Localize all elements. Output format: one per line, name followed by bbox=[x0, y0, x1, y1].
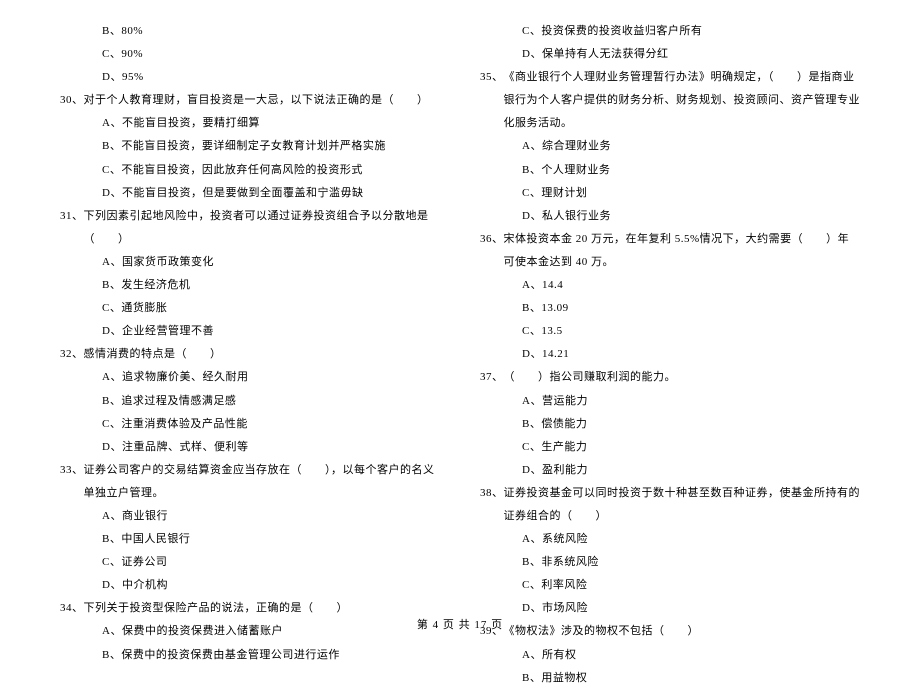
question-text: 《商业银行个人理财业务管理暂行办法》明确规定，（ ）是指商业银行为个人客户提供的… bbox=[504, 66, 861, 135]
answer-option: D、95% bbox=[60, 66, 440, 89]
answer-option: C、通货膨胀 bbox=[60, 297, 440, 320]
answer-option: A、商业银行 bbox=[60, 505, 440, 528]
answer-option: C、投资保费的投资收益归客户所有 bbox=[480, 20, 860, 43]
question-stem: 31、下列因素引起地风险中，投资者可以通过证券投资组合予以分散地是（ ） bbox=[60, 205, 440, 251]
answer-option: A、营运能力 bbox=[480, 390, 860, 413]
question-number: 32、 bbox=[60, 343, 84, 366]
answer-option: A、系统风险 bbox=[480, 528, 860, 551]
question-number: 35、 bbox=[480, 66, 504, 135]
question-text: （ ）指公司赚取利润的能力。 bbox=[504, 366, 861, 389]
answer-option: C、理财计划 bbox=[480, 182, 860, 205]
answer-option: C、注重消费体验及产品性能 bbox=[60, 413, 440, 436]
question-stem: 32、感情消费的特点是（ ） bbox=[60, 343, 440, 366]
answer-option: B、用益物权 bbox=[480, 667, 860, 690]
answer-option: D、中介机构 bbox=[60, 574, 440, 597]
question-number: 37、 bbox=[480, 366, 504, 389]
question-stem: 36、宋体投资本金 20 万元，在年复利 5.5%情况下，大约需要（ ）年可使本… bbox=[480, 228, 860, 274]
answer-option: B、非系统风险 bbox=[480, 551, 860, 574]
question-stem: 35、《商业银行个人理财业务管理暂行办法》明确规定，（ ）是指商业银行为个人客户… bbox=[480, 66, 860, 135]
answer-option: D、注重品牌、式样、便利等 bbox=[60, 436, 440, 459]
question-text: 宋体投资本金 20 万元，在年复利 5.5%情况下，大约需要（ ）年可使本金达到… bbox=[504, 228, 861, 274]
exam-page: B、80%C、90%D、95%30、对于个人教育理财，盲目投资是一大忌，以下说法… bbox=[60, 20, 860, 690]
answer-option: D、私人银行业务 bbox=[480, 205, 860, 228]
question-number: 36、 bbox=[480, 228, 504, 274]
answer-option: A、综合理财业务 bbox=[480, 135, 860, 158]
question-number: 33、 bbox=[60, 459, 84, 505]
answer-option: B、13.09 bbox=[480, 297, 860, 320]
question-text: 对于个人教育理财，盲目投资是一大忌，以下说法正确的是（ ） bbox=[84, 89, 441, 112]
answer-option: D、企业经营管理不善 bbox=[60, 320, 440, 343]
answer-option: A、国家货币政策变化 bbox=[60, 251, 440, 274]
answer-option: B、中国人民银行 bbox=[60, 528, 440, 551]
question-stem: 33、证券公司客户的交易结算资金应当存放在（ ），以每个客户的名义单独立户管理。 bbox=[60, 459, 440, 505]
question-text: 证券投资基金可以同时投资于数十种甚至数百种证券，使基金所持有的证券组合的（ ） bbox=[504, 482, 861, 528]
answer-option: B、个人理财业务 bbox=[480, 159, 860, 182]
answer-option: B、发生经济危机 bbox=[60, 274, 440, 297]
answer-option: C、生产能力 bbox=[480, 436, 860, 459]
question-text: 下列因素引起地风险中，投资者可以通过证券投资组合予以分散地是（ ） bbox=[84, 205, 441, 251]
answer-option: C、13.5 bbox=[480, 320, 860, 343]
answer-option: D、14.21 bbox=[480, 343, 860, 366]
answer-option: C、不能盲目投资，因此放弃任何高风险的投资形式 bbox=[60, 159, 440, 182]
right-column: C、投资保费的投资收益归客户所有D、保单持有人无法获得分红35、《商业银行个人理… bbox=[480, 20, 860, 690]
answer-option: D、保单持有人无法获得分红 bbox=[480, 43, 860, 66]
answer-option: B、不能盲目投资，要详细制定子女教育计划并严格实施 bbox=[60, 135, 440, 158]
answer-option: B、偿债能力 bbox=[480, 413, 860, 436]
question-text: 证券公司客户的交易结算资金应当存放在（ ），以每个客户的名义单独立户管理。 bbox=[84, 459, 441, 505]
answer-option: B、80% bbox=[60, 20, 440, 43]
answer-option: C、利率风险 bbox=[480, 574, 860, 597]
question-number: 30、 bbox=[60, 89, 84, 112]
answer-option: A、所有权 bbox=[480, 644, 860, 667]
question-number: 31、 bbox=[60, 205, 84, 251]
answer-option: B、追求过程及情感满足感 bbox=[60, 390, 440, 413]
question-stem: 37、（ ）指公司赚取利润的能力。 bbox=[480, 366, 860, 389]
answer-option: A、不能盲目投资，要精打细算 bbox=[60, 112, 440, 135]
question-text: 感情消费的特点是（ ） bbox=[84, 343, 441, 366]
answer-option: A、14.4 bbox=[480, 274, 860, 297]
question-number: 38、 bbox=[480, 482, 504, 528]
answer-option: A、追求物廉价美、经久耐用 bbox=[60, 366, 440, 389]
answer-option: C、90% bbox=[60, 43, 440, 66]
answer-option: D、盈利能力 bbox=[480, 459, 860, 482]
left-column: B、80%C、90%D、95%30、对于个人教育理财，盲目投资是一大忌，以下说法… bbox=[60, 20, 440, 690]
question-stem: 38、证券投资基金可以同时投资于数十种甚至数百种证券，使基金所持有的证券组合的（… bbox=[480, 482, 860, 528]
answer-option: D、不能盲目投资，但是要做到全面覆盖和宁滥毋缺 bbox=[60, 182, 440, 205]
answer-option: B、保费中的投资保费由基金管理公司进行运作 bbox=[60, 644, 440, 667]
answer-option: C、证券公司 bbox=[60, 551, 440, 574]
page-footer: 第 4 页 共 17 页 bbox=[0, 616, 920, 632]
question-stem: 30、对于个人教育理财，盲目投资是一大忌，以下说法正确的是（ ） bbox=[60, 89, 440, 112]
